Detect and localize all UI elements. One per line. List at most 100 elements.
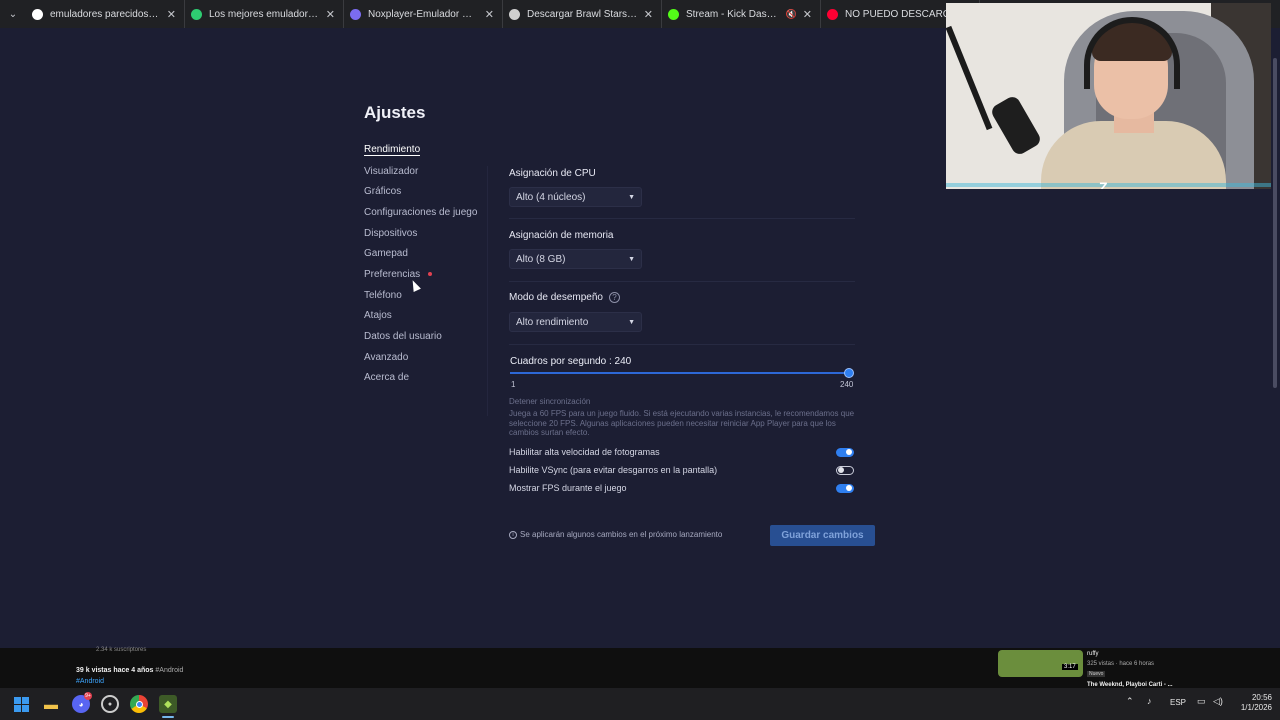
cpu-label: Asignación de CPU [509, 168, 596, 179]
sidebar-item-configuraciones-de-juego[interactable]: Configuraciones de juego [364, 202, 484, 223]
webcam-logo: Z [1099, 179, 1108, 189]
close-tab-icon[interactable]: ✕ [167, 8, 176, 21]
cpu-select[interactable]: Alto (4 núcleos) ▼ [509, 187, 642, 207]
sidebar-item-datos-del-usuario[interactable]: Datos del usuario [364, 326, 484, 347]
toggle-row: Mostrar FPS durante el juego [509, 481, 855, 495]
browser-tab[interactable]: emuladores parecidos a bluesta ✕ [26, 0, 185, 28]
page-title: Ajustes [364, 103, 426, 122]
sidebar-item-preferencias[interactable]: Preferencias [364, 264, 484, 285]
tab-search-chevron-icon[interactable]: ⌄ [0, 0, 26, 28]
toggle-row: Habilite VSync (para evitar desgarros en… [509, 463, 855, 477]
caret-down-icon: ▼ [628, 193, 635, 201]
toggle-knob [846, 485, 852, 491]
mute-icon[interactable]: 🔇 [786, 9, 797, 20]
close-tab-icon[interactable]: ✕ [644, 8, 653, 21]
browser-tab[interactable]: Los mejores emuladores de An ✕ [185, 0, 344, 28]
youtube-suggested-meta: 325 vistas · hace 6 horas [1087, 661, 1155, 667]
toggle-label: Habilitar alta velocidad de fotogramas [509, 447, 660, 457]
google-icon [32, 8, 43, 20]
file-explorer-icon[interactable]: ▬ [42, 695, 60, 713]
windows-taskbar [0, 688, 1280, 720]
x-icon [191, 8, 202, 20]
youtube-suggested-channel[interactable]: ruffy [1087, 651, 1099, 657]
youtube-views: 39 k vistas [76, 667, 112, 674]
volume-icon[interactable]: ◁) [1213, 696, 1223, 707]
notification-dot-icon [428, 272, 433, 277]
divider [509, 218, 855, 219]
sidebar-item-label: Configuraciones de juego [364, 206, 478, 218]
toggle-switch[interactable] [836, 465, 854, 475]
browser-tab[interactable]: Stream - Kick Dashboard 🔇 ✕ [662, 0, 821, 28]
windows-start-icon[interactable] [12, 695, 30, 713]
sidebar-item-gamepad[interactable]: Gamepad [364, 243, 484, 264]
memory-label: Asignación de memoria [509, 230, 614, 241]
sidebar-item-label: Dispositivos [364, 227, 418, 239]
sidebar-item-label: Teléfono [364, 289, 402, 301]
restart-notice: i Se aplicarán algunos cambios en el pró… [509, 530, 722, 539]
bluestacks-icon[interactable]: ◆ [159, 695, 177, 713]
toggle-label: Habilite VSync (para evitar desgarros en… [509, 465, 718, 475]
network-icon[interactable]: ▭ [1197, 696, 1206, 707]
close-tab-icon[interactable]: ✕ [803, 8, 812, 21]
fps-slider-track[interactable] [510, 372, 849, 374]
kick-icon [668, 8, 679, 20]
performance-mode-label: Modo de desempeño ? [509, 292, 620, 303]
scrollbar-thumb[interactable] [1273, 58, 1277, 388]
sync-description: Juega a 60 FPS para un juego fluido. Si … [509, 409, 855, 437]
sidebar-item-avanzado[interactable]: Avanzado [364, 347, 484, 368]
youtube-suggested-duration: 3:17 [1062, 664, 1078, 670]
sidebar-item-label: Visualizador [364, 165, 419, 177]
taskbar-clock[interactable]: 20:56 1/1/2026 [1230, 693, 1272, 713]
save-changes-button[interactable]: Guardar cambios [770, 525, 875, 546]
sidebar-item-label: Atajos [364, 310, 392, 322]
toggle-knob [846, 449, 852, 455]
performance-mode-text: Modo de desempeño [509, 292, 603, 303]
globe-icon [509, 8, 520, 20]
fps-slider-min: 1 [511, 380, 516, 389]
youtube-icon [827, 8, 838, 20]
youtube-hashtag[interactable]: #Android [76, 678, 104, 685]
clock-date: 1/1/2026 [1240, 703, 1272, 712]
sidebar-item-teléfono[interactable]: Teléfono [364, 285, 484, 306]
sync-title: Detener sincronización [509, 397, 591, 406]
browser-tab-title: Descargar Brawl Stars en PC co [527, 8, 638, 20]
browser-tab[interactable]: Noxplayer-Emulador más rápid ✕ [344, 0, 503, 28]
microphone-icon[interactable]: ♪ [1147, 696, 1152, 706]
memory-select[interactable]: Alto (8 GB) ▼ [509, 249, 642, 269]
performance-mode-select[interactable]: Alto rendimiento ▼ [509, 312, 642, 332]
browser-tab[interactable]: Descargar Brawl Stars en PC co ✕ [503, 0, 662, 28]
sidebar-item-gráficos[interactable]: Gráficos [364, 181, 484, 202]
close-tab-icon[interactable]: ✕ [485, 8, 494, 21]
tray-chevron-up-icon[interactable]: ⌃ [1126, 696, 1134, 707]
youtube-video-stats: 39 k vistas hace 4 años #Android [76, 667, 183, 674]
divider [509, 344, 855, 345]
performance-mode-value: Alto rendimiento [516, 316, 589, 328]
browser-tab-title: Stream - Kick Dashboard [686, 8, 780, 20]
browser-tab-title: Noxplayer-Emulador más rápid [368, 8, 479, 20]
browser-tab-title: emuladores parecidos a bluesta [50, 8, 161, 20]
close-tab-icon[interactable]: ✕ [326, 8, 335, 21]
toggle-switch[interactable] [836, 447, 854, 457]
sidebar-item-label: Avanzado [364, 351, 409, 363]
sidebar-item-acerca-de[interactable]: Acerca de [364, 368, 484, 389]
restart-notice-text: Se aplicarán algunos cambios en el próxi… [520, 530, 723, 539]
sidebar-item-dispositivos[interactable]: Dispositivos [364, 223, 484, 244]
obs-icon[interactable]: ● [101, 695, 119, 713]
chrome-icon[interactable] [130, 695, 148, 713]
toggle-switch[interactable] [836, 483, 854, 493]
clock-time: 20:56 [1251, 693, 1272, 702]
sidebar-item-rendimiento[interactable]: Rendimiento [364, 140, 484, 161]
scrollbar[interactable] [1270, 28, 1280, 648]
help-icon[interactable]: ? [608, 292, 620, 303]
sidebar-item-atajos[interactable]: Atajos [364, 306, 484, 327]
sidebar-item-label: Gamepad [364, 248, 408, 260]
active-app-indicator [162, 716, 174, 718]
language-indicator[interactable]: ESP [1170, 698, 1186, 707]
webcam-overlay: Z [946, 3, 1271, 189]
youtube-subscribers: 2.34 k suscriptores [96, 647, 147, 653]
sidebar-item-visualizador[interactable]: Visualizador [364, 161, 484, 182]
fps-slider-handle[interactable] [844, 368, 854, 378]
sidebar-item-label: Preferencias [364, 268, 421, 280]
divider [509, 281, 855, 282]
caret-down-icon: ▼ [628, 318, 635, 326]
